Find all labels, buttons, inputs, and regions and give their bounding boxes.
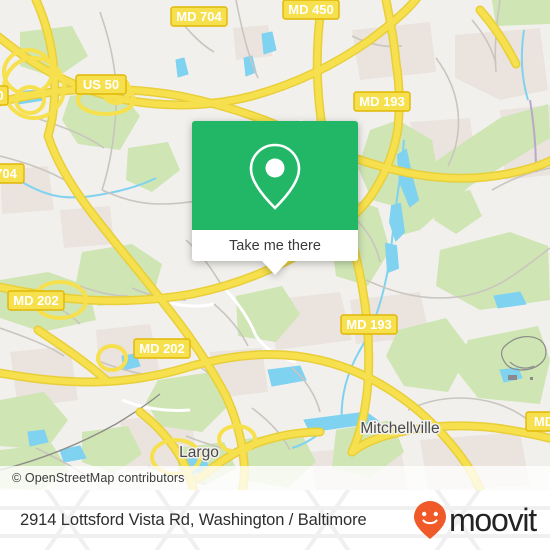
take-me-there-label: Take me there xyxy=(229,237,321,254)
road-shield-md-193-bottom: MD 193 xyxy=(340,314,398,335)
place-label-mitchellville: Mitchellville xyxy=(360,420,439,437)
osm-attribution-text: © OpenStreetMap contributors xyxy=(12,471,185,485)
road-shield-label: 704 xyxy=(0,166,18,181)
road-shield-label: MD 202 xyxy=(139,341,185,356)
popup-tail-pointer xyxy=(262,261,288,275)
road-shield-label: MD 193 xyxy=(359,94,405,109)
footer-bar: 2914 Lottsford Vista Rd, Washington / Ba… xyxy=(0,490,550,550)
road-shield-label: MD 704 xyxy=(176,9,222,24)
location-title: 2914 Lottsford Vista Rd, Washington / Ba… xyxy=(20,510,367,529)
moovit-map-screenshot: MD 704 MD 450 US 50 MD 193 704 0 xyxy=(0,0,550,550)
road-shield-md-partial-right: MD xyxy=(525,411,550,432)
moovit-pin-smiley-icon xyxy=(413,501,446,539)
road-shield-0-partial: 0 xyxy=(0,85,9,106)
road-shield-md-193-top: MD 193 xyxy=(353,91,411,112)
road-shield-md-202-left: MD 202 xyxy=(7,290,65,311)
road-shield-label: MD 193 xyxy=(346,317,392,332)
road-shield-label: 0 xyxy=(0,88,4,103)
moovit-wordmark: moovit xyxy=(448,502,537,538)
road-shield-us-50: US 50 xyxy=(75,74,127,95)
road-shield-label: MD 450 xyxy=(288,2,334,17)
popup-image-area xyxy=(192,121,358,230)
map-poi-dot xyxy=(530,377,533,380)
road-shield-label: MD 202 xyxy=(13,293,59,308)
road-shield-704-partial: 704 xyxy=(0,163,25,184)
osm-attribution[interactable]: © OpenStreetMap contributors xyxy=(0,466,550,490)
road-shield-label: US 50 xyxy=(83,77,119,92)
road-shield-md-202-center: MD 202 xyxy=(133,338,191,359)
road-shield-md-450: MD 450 xyxy=(282,0,340,20)
moovit-logo[interactable]: moovit xyxy=(413,500,537,540)
road-shield-label: MD xyxy=(534,414,550,429)
place-label-largo: Largo xyxy=(179,444,219,461)
take-me-there-button[interactable]: Take me there xyxy=(192,230,358,261)
road-shield-md-704: MD 704 xyxy=(170,6,228,27)
map-pin-icon xyxy=(249,143,301,210)
map-popup-card[interactable]: Take me there xyxy=(192,121,358,275)
map-poi-block xyxy=(508,375,517,380)
